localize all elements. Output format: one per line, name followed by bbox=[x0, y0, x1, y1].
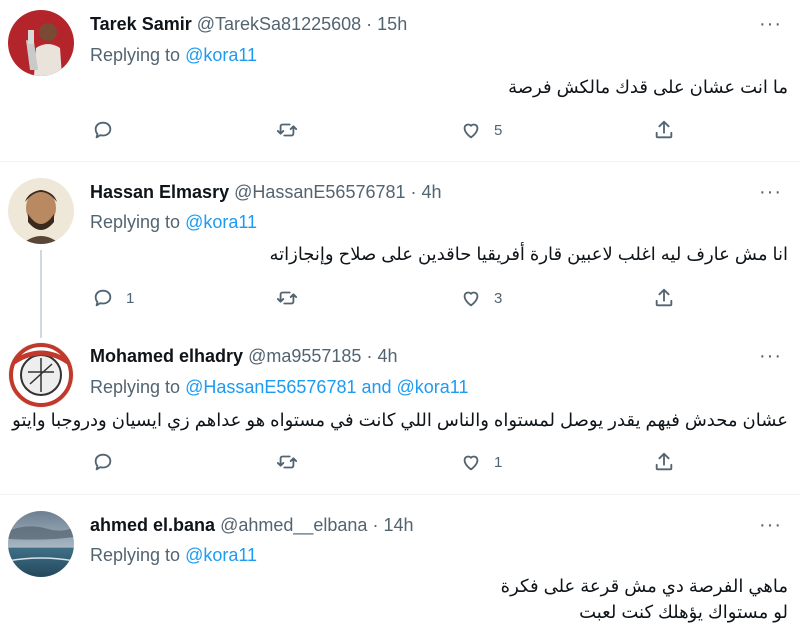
mention-link[interactable]: @kora11 bbox=[185, 45, 257, 65]
avatar[interactable] bbox=[8, 511, 74, 577]
author-name[interactable]: Mohamed elhadry bbox=[90, 346, 243, 366]
separator-dot: · bbox=[410, 182, 417, 202]
share-icon bbox=[655, 452, 673, 471]
reply-icon bbox=[94, 289, 112, 307]
action-bar: 5 bbox=[90, 117, 690, 143]
tweet-text: انا مش عارف ليه اغلب لاعبين قارة أفريقيا… bbox=[269, 241, 788, 267]
replying-label: Replying to bbox=[90, 45, 181, 65]
replying-label: Replying to bbox=[90, 377, 181, 397]
like-icon bbox=[463, 123, 479, 139]
tweet-text: ما انت عشان على قدك مالكش فرصة bbox=[508, 74, 788, 100]
author-handle[interactable]: @TarekSa81225608 bbox=[197, 14, 361, 34]
separator-dot: · bbox=[372, 515, 379, 535]
like-icon bbox=[463, 455, 479, 471]
share-button[interactable] bbox=[653, 449, 675, 475]
avatar[interactable] bbox=[8, 342, 74, 408]
share-icon bbox=[655, 288, 673, 307]
author-name[interactable]: Tarek Samir bbox=[90, 14, 192, 34]
avatar[interactable] bbox=[8, 10, 74, 76]
share-icon bbox=[655, 120, 673, 139]
share-button[interactable] bbox=[653, 117, 675, 143]
tweet-header: Hassan Elmasry @HassanE56576781 · 4h bbox=[90, 182, 442, 203]
tweet[interactable]: Tarek Samir @TarekSa81225608 · 15h ··· R… bbox=[0, 0, 800, 160]
separator-dot: · bbox=[366, 14, 373, 34]
like-count: 5 bbox=[494, 121, 503, 139]
timestamp[interactable]: 4h bbox=[422, 182, 442, 202]
tweet-header: Mohamed elhadry @ma9557185 · 4h bbox=[90, 346, 397, 367]
reply-count: 1 bbox=[126, 289, 135, 307]
retweet-button[interactable] bbox=[276, 449, 310, 475]
like-count: 3 bbox=[494, 289, 503, 307]
tweet[interactable]: ahmed el.bana @ahmed__elbana · 14h ··· R… bbox=[0, 495, 800, 632]
share-button[interactable] bbox=[653, 285, 675, 311]
separator-dot: · bbox=[366, 346, 373, 366]
reply-button[interactable] bbox=[92, 449, 126, 475]
reply-icon bbox=[94, 121, 112, 139]
replying-to: Replying to @kora11 bbox=[90, 545, 257, 566]
tweet-text-line: لو مستواك يؤهلك كنت لعبت bbox=[579, 602, 788, 622]
tweet-text: ماهي الفرصة دي مش قرعة على فكرة لو مستوا… bbox=[501, 573, 788, 625]
action-bar: 1 bbox=[90, 449, 690, 475]
more-icon[interactable]: ··· bbox=[759, 346, 782, 366]
timestamp[interactable]: 14h bbox=[383, 515, 413, 535]
timestamp[interactable]: 4h bbox=[377, 346, 397, 366]
replying-to: Replying to @kora11 bbox=[90, 212, 257, 233]
retweet-icon bbox=[276, 123, 298, 137]
replying-to: Replying to @HassanE56576781 and @kora11 bbox=[90, 377, 468, 398]
more-icon[interactable]: ··· bbox=[759, 14, 782, 34]
like-count: 1 bbox=[494, 453, 503, 471]
tweet-text-line: عشان محدش فيهم يقدر يوصل لمستواه والناس … bbox=[12, 410, 788, 430]
retweet-icon bbox=[276, 291, 298, 305]
tweet-text-line: ما انت عشان على قدك مالكش فرصة bbox=[508, 77, 788, 97]
author-name[interactable]: ahmed el.bana bbox=[90, 515, 215, 535]
tweet-header: ahmed el.bana @ahmed__elbana · 14h bbox=[90, 515, 414, 536]
author-handle[interactable]: @ahmed__elbana bbox=[220, 515, 367, 535]
retweet-icon bbox=[276, 455, 298, 469]
timestamp[interactable]: 15h bbox=[377, 14, 407, 34]
author-handle[interactable]: @ma9557185 bbox=[248, 346, 361, 366]
reply-button[interactable]: 1 bbox=[92, 285, 134, 311]
like-icon bbox=[463, 291, 479, 307]
avatar[interactable] bbox=[8, 178, 74, 244]
replying-to: Replying to @kora11 bbox=[90, 45, 257, 66]
tweet-text: عشان محدش فيهم يقدر يوصل لمستواه والناس … bbox=[12, 407, 788, 433]
retweet-button[interactable] bbox=[276, 285, 310, 311]
action-bar: 1 3 bbox=[90, 285, 690, 311]
tweet-text-line: انا مش عارف ليه اغلب لاعبين قارة أفريقيا… bbox=[269, 244, 788, 264]
reply-icon bbox=[94, 453, 112, 471]
tweet-header: Tarek Samir @TarekSa81225608 · 15h bbox=[90, 14, 407, 35]
replying-label: Replying to bbox=[90, 545, 181, 565]
tweet-text-line: ماهي الفرصة دي مش قرعة على فكرة bbox=[500, 576, 788, 596]
tweet[interactable]: Hassan Elmasry @HassanE56576781 · 4h ···… bbox=[0, 162, 800, 322]
like-button[interactable]: 3 bbox=[460, 285, 502, 311]
more-icon[interactable]: ··· bbox=[759, 515, 782, 535]
mention-link[interactable]: @kora11 bbox=[185, 545, 257, 565]
mention-link[interactable]: @HassanE56576781 and @kora11 bbox=[185, 377, 468, 397]
replying-label: Replying to bbox=[90, 212, 181, 232]
like-button[interactable]: 5 bbox=[460, 117, 502, 143]
more-icon[interactable]: ··· bbox=[759, 182, 782, 202]
author-name[interactable]: Hassan Elmasry bbox=[90, 182, 229, 202]
like-button[interactable]: 1 bbox=[460, 449, 502, 475]
tweet[interactable]: Mohamed elhadry @ma9557185 · 4h ··· Repl… bbox=[0, 330, 800, 492]
reply-button[interactable] bbox=[92, 117, 126, 143]
author-handle[interactable]: @HassanE56576781 bbox=[234, 182, 405, 202]
mention-link[interactable]: @kora11 bbox=[185, 212, 257, 232]
retweet-button[interactable] bbox=[276, 117, 310, 143]
